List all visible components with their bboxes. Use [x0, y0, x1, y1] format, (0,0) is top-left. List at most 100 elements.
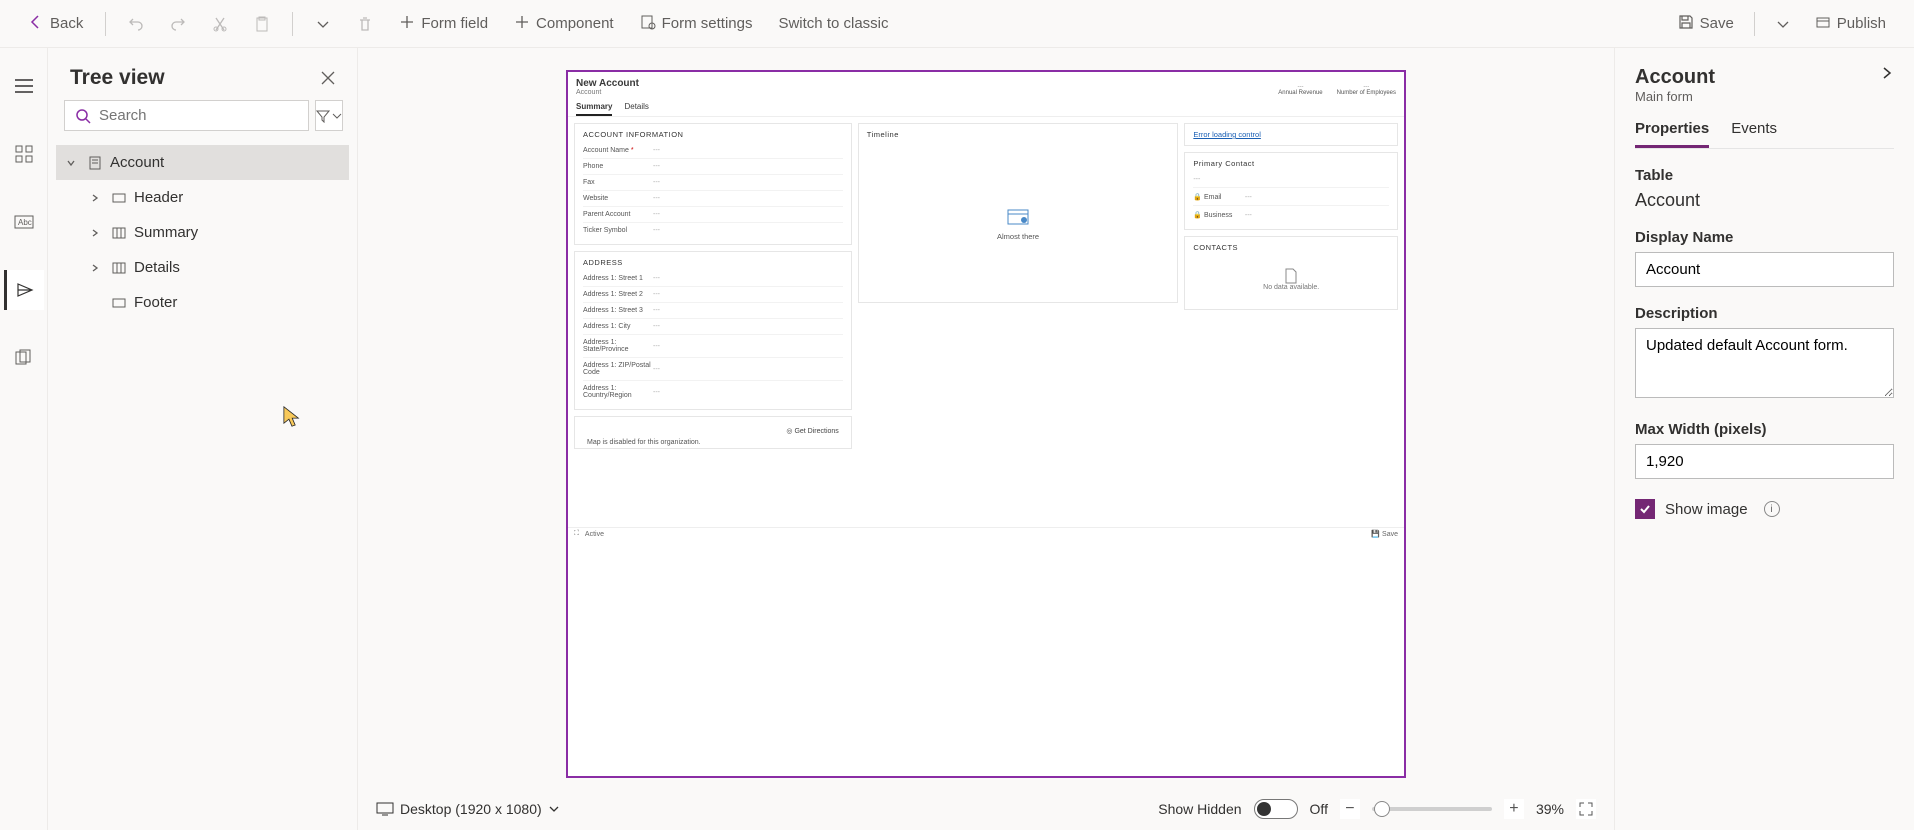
tree-item-summary[interactable]: Summary [56, 215, 349, 250]
chevron-icon [90, 228, 104, 238]
tree-item-header[interactable]: Header [56, 180, 349, 215]
save-dropdown[interactable] [1767, 10, 1799, 38]
form-field[interactable]: Address 1: State/Province--- [583, 335, 843, 358]
props-tab-properties[interactable]: Properties [1635, 120, 1709, 148]
props-tab-events[interactable]: Events [1731, 120, 1777, 148]
header-field[interactable]: ---Number of Employees [1337, 84, 1396, 96]
form-field[interactable]: 🔒 Email--- [1193, 188, 1389, 206]
paste-dropdown[interactable] [307, 10, 339, 38]
save-icon: 💾 [1371, 530, 1380, 538]
tree-item-label: Footer [134, 294, 177, 311]
section-title: ADDRESS [583, 258, 843, 267]
form-field[interactable]: Fax--- [583, 175, 843, 191]
monitor-icon [376, 802, 394, 816]
timeline-empty-text: Almost there [997, 232, 1039, 241]
description-textarea[interactable] [1635, 328, 1894, 398]
footer-icon [112, 298, 126, 308]
back-button[interactable]: Back [20, 8, 91, 40]
tree-search-box[interactable] [64, 100, 309, 131]
chevron-icon [90, 193, 104, 203]
redo-button[interactable] [162, 10, 194, 38]
get-directions-link[interactable]: ◎ Get Directions [583, 423, 843, 439]
props-title: Account [1635, 66, 1880, 89]
preview-subtitle: Account [576, 89, 1278, 96]
section-title: CONTACTS [1193, 243, 1389, 252]
contacts-section[interactable]: CONTACTS No data available. [1184, 236, 1398, 310]
form-settings-icon [640, 14, 656, 34]
paste-button[interactable] [246, 10, 278, 38]
tree-filter-button[interactable] [315, 100, 343, 131]
publish-button[interactable]: Publish [1807, 8, 1894, 40]
form-field[interactable]: Address 1: Street 2--- [583, 287, 843, 303]
no-data-text: No data available. [1263, 284, 1319, 291]
preview-tab-summary[interactable]: Summary [576, 102, 612, 116]
map-disabled-msg: Map is disabled for this organization. [583, 439, 843, 446]
rail-tree-icon[interactable] [4, 270, 44, 310]
fit-to-screen-button[interactable] [1576, 799, 1596, 819]
info-icon[interactable]: i [1764, 501, 1780, 517]
props-collapse-button[interactable] [1880, 66, 1894, 80]
zoom-out-button[interactable]: − [1340, 799, 1360, 819]
show-image-checkbox[interactable] [1635, 499, 1655, 519]
rail-components-icon[interactable] [4, 134, 44, 174]
zoom-slider[interactable] [1372, 807, 1492, 811]
address-section[interactable]: ADDRESS Address 1: Street 1---Address 1:… [574, 251, 852, 410]
preview-tab-details[interactable]: Details [624, 102, 648, 116]
tree-item-footer[interactable]: Footer [56, 285, 349, 320]
chevron-down-icon [332, 111, 342, 121]
search-icon [75, 108, 91, 124]
form-field[interactable]: Address 1: Street 1--- [583, 271, 843, 287]
save-button[interactable]: Save [1670, 8, 1742, 40]
properties-panel: Account Main form PropertiesEvents Table… [1614, 48, 1914, 830]
delete-button[interactable] [349, 10, 381, 38]
filter-icon [316, 109, 330, 123]
form-field[interactable]: Address 1: City--- [583, 319, 843, 335]
section-title: Timeline [867, 130, 1170, 139]
device-selector[interactable]: Desktop (1920 x 1080) [376, 801, 560, 817]
error-card[interactable]: Error loading control [1184, 123, 1398, 146]
form-settings-button[interactable]: Form settings [632, 8, 761, 40]
tree-item-account[interactable]: Account [56, 145, 349, 180]
form-field[interactable]: 🔒 Business--- [1193, 206, 1389, 223]
form-field[interactable]: Parent Account--- [583, 207, 843, 223]
form-preview[interactable]: New Account Account ---Annual Revenue---… [566, 70, 1406, 778]
zoom-in-button[interactable]: + [1504, 799, 1524, 819]
rail-libraries-icon[interactable] [4, 338, 44, 378]
map-section[interactable]: ◎ Get Directions Map is disabled for thi… [574, 416, 852, 449]
form-field[interactable]: Website--- [583, 191, 843, 207]
form-field-label: Form field [421, 15, 488, 32]
close-icon [321, 71, 335, 85]
search-input[interactable] [99, 107, 298, 124]
separator [1754, 12, 1755, 36]
table-label: Table [1635, 167, 1894, 184]
account-info-section[interactable]: ACCOUNT INFORMATION Account Name*---Phon… [574, 123, 852, 245]
timeline-section[interactable]: Timeline Almost there [858, 123, 1179, 303]
form-field[interactable]: Address 1: ZIP/Postal Code--- [583, 358, 843, 381]
switch-classic-label: Switch to classic [778, 15, 888, 32]
header-field[interactable]: ---Annual Revenue [1278, 84, 1322, 96]
rail-hamburger[interactable] [4, 66, 44, 106]
cut-button[interactable] [204, 10, 236, 38]
add-form-field-button[interactable]: Form field [391, 8, 496, 40]
max-width-input[interactable] [1635, 444, 1894, 479]
form-field[interactable]: Ticker Symbol--- [583, 223, 843, 238]
primary-contact-section[interactable]: Primary Contact --- 🔒 Email---🔒 Business… [1184, 152, 1398, 230]
form-field[interactable]: Address 1: Street 3--- [583, 303, 843, 319]
tree-item-details[interactable]: Details [56, 250, 349, 285]
form-field[interactable]: Account Name*--- [583, 143, 843, 159]
error-link[interactable]: Error loading control [1193, 130, 1261, 139]
expand-icon[interactable]: ⛶ [574, 530, 579, 538]
form-field[interactable]: Phone--- [583, 159, 843, 175]
switch-classic-button[interactable]: Switch to classic [770, 9, 896, 38]
display-name-input[interactable] [1635, 252, 1894, 287]
tab-icon [112, 227, 126, 239]
rail-fields-icon[interactable]: Abc [4, 202, 44, 242]
undo-button[interactable] [120, 10, 152, 38]
form-field[interactable]: Address 1: Country/Region--- [583, 381, 843, 403]
add-component-button[interactable]: Component [506, 8, 622, 40]
show-hidden-toggle[interactable] [1254, 799, 1298, 819]
svg-text:Abc: Abc [18, 218, 32, 227]
tree-item-label: Summary [134, 224, 198, 241]
canvas-footer: Desktop (1920 x 1080) Show Hidden Off − … [358, 788, 1614, 830]
tree-close-button[interactable] [321, 71, 335, 85]
